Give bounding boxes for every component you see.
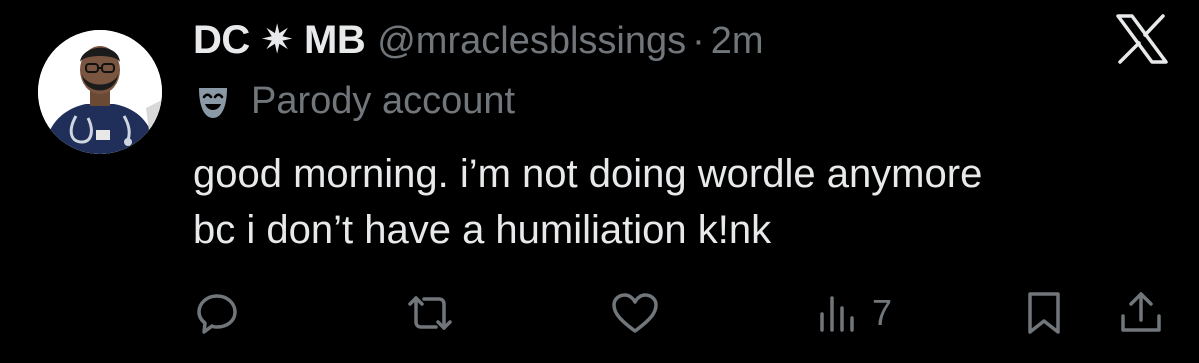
timestamp[interactable]: 2m (711, 20, 764, 63)
parody-label-row: Parody account (193, 80, 515, 123)
x-logo-icon (1114, 14, 1170, 64)
bookmark-button[interactable] (1024, 283, 1064, 343)
repost-button[interactable] (404, 283, 456, 343)
share-button[interactable] (1118, 283, 1164, 343)
tweet-header: DC ✷ MB @mraclesblssings · 2m (193, 17, 764, 69)
avatar-image (38, 30, 162, 154)
avatar[interactable] (38, 30, 162, 154)
tweet-text: good morning. i’m not doing wordle anymo… (193, 146, 1173, 258)
parody-account-label: Parody account (251, 80, 516, 122)
views-count: 7 (872, 292, 893, 333)
reply-icon (194, 290, 240, 336)
tweet-text-line: bc i don’t have a humiliation k!nk (193, 208, 772, 252)
share-icon (1118, 290, 1164, 336)
reply-button[interactable] (194, 283, 240, 343)
display-name[interactable]: DC ✷ MB (193, 17, 366, 63)
repost-icon (404, 290, 456, 336)
heart-icon (610, 290, 660, 336)
tweet-card: DC ✷ MB @mraclesblssings · 2m Parody acc… (0, 0, 1199, 363)
like-button[interactable] (610, 283, 660, 343)
tweet-text-line: good morning. i’m not doing wordle anymo… (193, 152, 983, 196)
action-bar: 7 (0, 283, 1199, 343)
theater-mask-icon (193, 82, 233, 122)
separator-dot: · (692, 20, 705, 62)
user-handle[interactable]: @mraclesblssings (377, 20, 686, 63)
views-icon (816, 290, 860, 336)
bookmark-icon (1024, 290, 1064, 336)
views-button[interactable]: 7 (816, 283, 892, 343)
